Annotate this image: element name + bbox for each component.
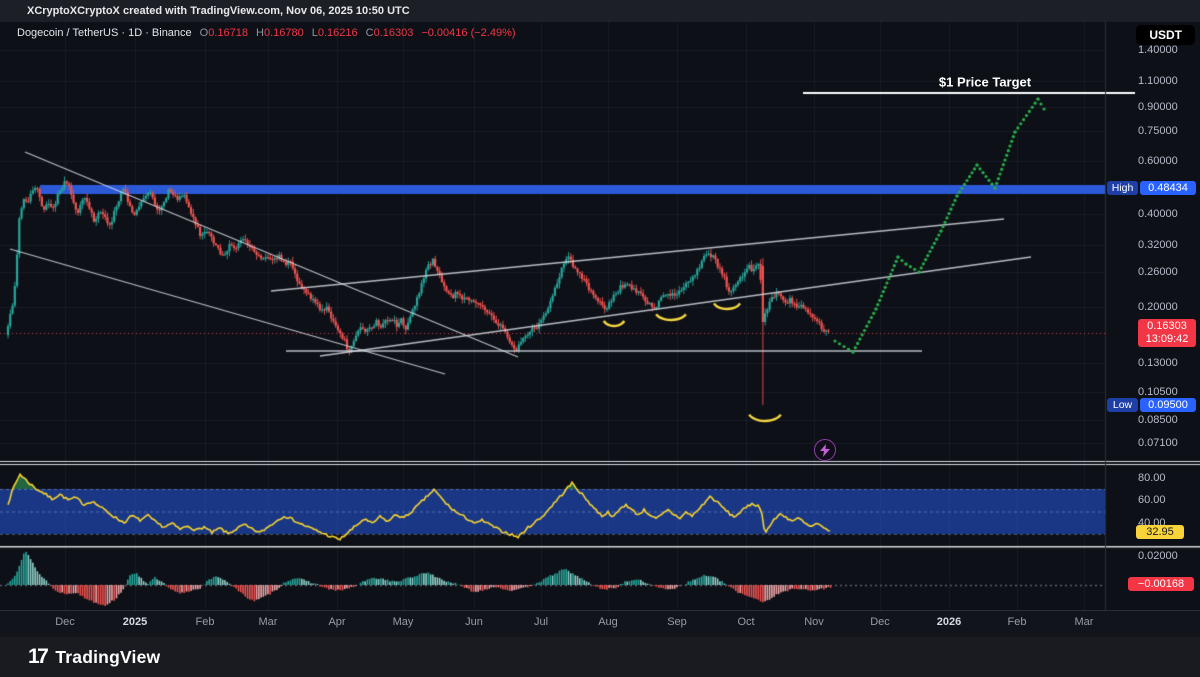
axis-label: 0.75000 (1138, 125, 1178, 137)
axis-label: 0.07100 (1138, 437, 1178, 449)
tradingview-chart-snapshot: XCryptoXCryptoX created with TradingView… (0, 0, 1200, 677)
time-axis-label: Nov (804, 616, 824, 628)
change-value: −0.00416 (−2.49%) (421, 27, 515, 39)
macd-value-badge: −0.00168 (1128, 577, 1194, 591)
tradingview-logo-icon[interactable]: 17 (28, 645, 46, 669)
attribution-text: XCryptoXCryptoX created with TradingView… (27, 5, 410, 17)
time-axis-label: Sep (667, 616, 687, 628)
high-price-badge: 0.48434 (1140, 181, 1196, 195)
attribution-bar: XCryptoXCryptoX created with TradingView… (0, 0, 1200, 22)
axis-label: 0.02000 (1138, 550, 1178, 562)
axis-label: 0.13000 (1138, 357, 1178, 369)
time-axis-label: 2026 (937, 616, 961, 628)
axis-label: 0.32000 (1138, 239, 1178, 251)
time-axis-label: Mar (1075, 616, 1094, 628)
time-axis-label: 2025 (123, 616, 147, 628)
currency-button[interactable]: USDT (1136, 25, 1195, 45)
axis-label: 0.90000 (1138, 101, 1178, 113)
axis-label: 0.10500 (1138, 386, 1178, 398)
axis-label: 80.00 (1138, 472, 1166, 484)
ohlc-high: H0.16780 (256, 27, 304, 39)
lightning-icon[interactable] (814, 439, 836, 461)
axis-label: 0.08500 (1138, 414, 1178, 426)
price-chart-canvas[interactable] (0, 22, 1200, 610)
axis-label: 0.60000 (1138, 155, 1178, 167)
time-axis-label: Dec (870, 616, 890, 628)
axis-label: 1.40000 (1138, 44, 1178, 56)
time-axis-label: Aug (598, 616, 618, 628)
tradingview-brand[interactable]: TradingView (55, 647, 160, 668)
axis-label: 0.26000 (1138, 266, 1178, 278)
low-price-badge: 0.09500 (1140, 398, 1196, 412)
footer-bar: 17 TradingView (0, 637, 1200, 677)
symbol-legend[interactable]: Dogecoin / TetherUS · 1D · Binance O0.16… (17, 27, 516, 39)
last-price-badge: 0.16303 13:09:42 (1138, 319, 1196, 347)
symbol-title[interactable]: Dogecoin / TetherUS · 1D · Binance (17, 27, 192, 39)
axis-label: 0.40000 (1138, 208, 1178, 220)
ohlc-low: L0.16216 (312, 27, 358, 39)
time-axis-label: Mar (259, 616, 278, 628)
high-label-chip: High (1107, 181, 1138, 195)
ohlc-open: O0.16718 (200, 27, 248, 39)
lightning-bolt-glyph (820, 444, 830, 457)
time-axis-label: Feb (1008, 616, 1027, 628)
time-axis-label: Feb (196, 616, 215, 628)
low-label-chip: Low (1107, 398, 1138, 412)
time-axis-label: Dec (55, 616, 75, 628)
time-axis-label: Oct (737, 616, 754, 628)
time-axis-label: Jul (534, 616, 548, 628)
rsi-value-badge: 32.95 (1136, 525, 1184, 539)
time-axis-label: Jun (465, 616, 483, 628)
bar-countdown: 13:09:42 (1138, 333, 1196, 346)
axis-label: 60.00 (1138, 494, 1166, 506)
ohlc-close: C0.16303 (366, 27, 414, 39)
price-target-label[interactable]: $1 Price Target (939, 75, 1031, 90)
time-axis-label: Apr (328, 616, 345, 628)
axis-label: 0.20000 (1138, 301, 1178, 313)
time-axis-label: May (393, 616, 414, 628)
last-price-value: 0.16303 (1138, 320, 1196, 333)
axis-label: 1.10000 (1138, 75, 1178, 87)
